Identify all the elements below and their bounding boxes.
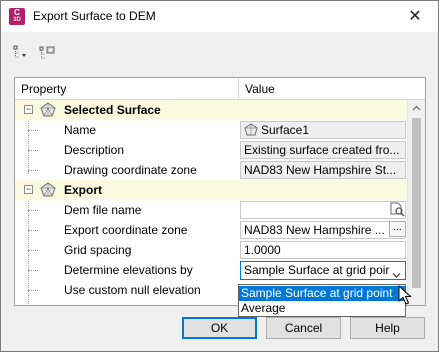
determine-elevations-value: Sample Surface at grid poir [244, 263, 390, 277]
property-label: Use custom null elevation [64, 283, 201, 297]
export-coordinate-zone-field[interactable]: NAD83 New Hampshire ... [240, 221, 406, 239]
name-value: Surface1 [240, 121, 406, 139]
help-button[interactable]: Help [350, 317, 425, 339]
categorized-view-icon[interactable] [13, 45, 29, 61]
scrollbar-thumb[interactable] [412, 118, 421, 288]
mouse-cursor-icon [397, 284, 415, 307]
chevron-down-icon[interactable] [392, 266, 401, 278]
property-row-name[interactable]: Name Surface1 [15, 120, 407, 140]
property-cell: − Export [15, 180, 239, 200]
grid-header: Property Value [15, 78, 425, 100]
drawing-coordinate-zone-value: NAD83 New Hampshire St... [240, 161, 406, 179]
cancel-button[interactable]: Cancel [266, 317, 341, 339]
grid-rows: − Selected Surface Name Surface1 Descrip… [15, 100, 407, 305]
description-value: Existing surface created fro... [240, 141, 406, 159]
surface-icon [244, 123, 258, 136]
dropdown-option-average[interactable]: Average [239, 301, 405, 316]
scroll-up-arrow-icon[interactable] [408, 100, 425, 117]
property-row-determine-elevations[interactable]: Determine elevations by Sample Surface a… [15, 260, 407, 280]
surface-icon [40, 102, 56, 118]
group-row-export[interactable]: − Export [15, 180, 407, 200]
app-icon-sub: 3D [13, 17, 21, 23]
column-header-value[interactable]: Value [239, 78, 425, 100]
name-value-text: Surface1 [261, 123, 310, 137]
property-row-description[interactable]: Description Existing surface created fro… [15, 140, 407, 160]
elevation-method-dropdown-list: Sample Surface at grid point Average [238, 284, 406, 317]
dem-file-name-field[interactable] [240, 201, 406, 219]
ellipsis-button[interactable]: ... [389, 221, 406, 237]
close-icon: ✕ [408, 8, 422, 25]
app-icon-letter: C [14, 8, 20, 17]
group-title: Selected Surface [64, 103, 161, 117]
collapse-toggle[interactable]: − [24, 105, 33, 114]
property-label: Name [64, 123, 97, 137]
grid-spacing-field[interactable]: 1.0000 [240, 241, 406, 259]
property-label: Export coordinate zone [64, 223, 188, 237]
property-row-drawing-coordinate-zone[interactable]: Drawing coordinate zone NAD83 New Hampsh… [15, 160, 407, 180]
property-label: Dem file name [64, 203, 142, 217]
dialog-title: Export Surface to DEM [33, 9, 156, 23]
column-header-property[interactable]: Property [15, 78, 239, 100]
property-label: Description [64, 143, 125, 157]
ok-button[interactable]: OK [182, 317, 257, 339]
group-title: Export [64, 183, 103, 197]
export-surface-dialog: C 3D Export Surface to DEM ✕ Property Va… [0, 0, 439, 352]
property-label: Grid spacing [64, 243, 132, 257]
export-coordinate-zone-text: NAD83 New Hampshire ... [244, 223, 385, 237]
property-grid: Property Value − Selected Surface Name S… [14, 77, 426, 306]
property-label: Drawing coordinate zone [64, 163, 197, 177]
property-row-grid-spacing[interactable]: Grid spacing 1.0000 [15, 240, 407, 260]
dropdown-option-sample-surface[interactable]: Sample Surface at grid point [239, 286, 405, 301]
property-row-dem-file-name[interactable]: Dem file name [15, 200, 407, 220]
browse-file-icon[interactable] [389, 201, 405, 217]
vertical-scrollbar[interactable] [407, 100, 425, 305]
civil3d-app-icon: C 3D [9, 8, 25, 25]
property-row-export-coordinate-zone[interactable]: Export coordinate zone NAD83 New Hampshi… [15, 220, 407, 240]
alphabetical-view-icon[interactable] [39, 45, 55, 61]
title-bar: C 3D Export Surface to DEM ✕ [1, 1, 438, 32]
group-row-selected-surface[interactable]: − Selected Surface [15, 100, 407, 120]
determine-elevations-select[interactable]: Sample Surface at grid poir [240, 261, 406, 280]
property-cell: − Selected Surface [15, 100, 239, 120]
property-label: Determine elevations by [64, 263, 193, 277]
collapse-toggle[interactable]: − [24, 185, 33, 194]
export-surface-icon [40, 182, 56, 198]
close-button[interactable]: ✕ [398, 3, 432, 31]
